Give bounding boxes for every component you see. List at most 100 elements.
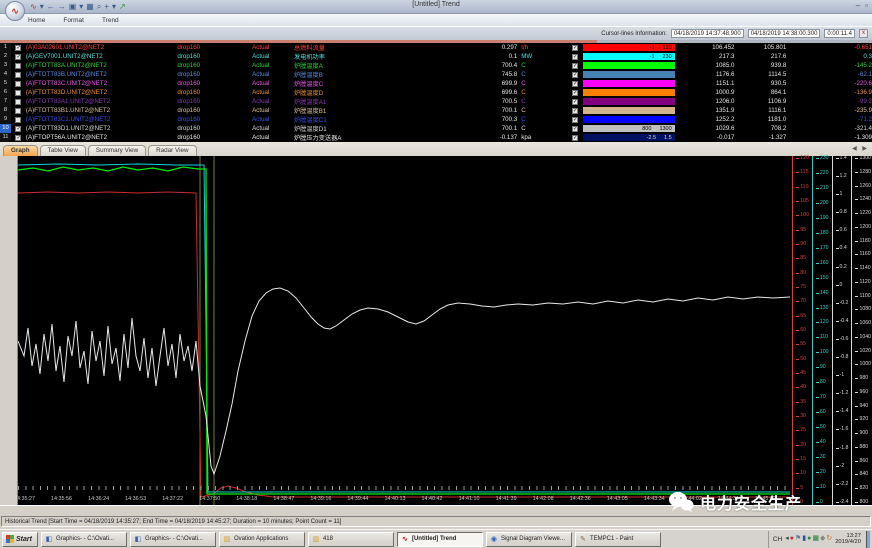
pen-checkbox[interactable]: ✓ [572, 90, 578, 96]
network-icon[interactable]: ▮ [802, 535, 806, 543]
restore-button[interactable]: ▫ [865, 1, 868, 10]
pen-checkbox[interactable]: ✓ [572, 45, 578, 51]
row-number[interactable]: 6 [0, 88, 11, 97]
row-checkbox[interactable]: ✓ [15, 126, 21, 132]
row-number[interactable]: 1 [0, 43, 11, 52]
pen-color-bar[interactable]: -1230 [583, 53, 675, 60]
pen-color-bar[interactable] [583, 98, 675, 105]
pen-checkbox[interactable]: ✓ [572, 135, 578, 141]
pen-checkbox[interactable]: ✓ [572, 63, 578, 69]
cursor1-value: -0.017 [675, 134, 735, 141]
table-row[interactable]: 7(A)FTOTT83A1.UNIT2@NET2drop160Actual炉膛温… [0, 97, 872, 106]
row-checkbox[interactable] [15, 63, 21, 69]
row-number[interactable]: 3 [0, 61, 11, 70]
pen-checkbox[interactable]: ✓ [572, 54, 578, 60]
row-number[interactable]: 7 [0, 97, 11, 106]
table-row[interactable]: 9(A)FTOTT83C1.UNIT2@NET2drop160Actual炉膛温… [0, 115, 872, 124]
row-number[interactable]: 2 [0, 52, 11, 61]
pen-color-bar[interactable]: -2.51.5 [583, 134, 675, 141]
flag-icon[interactable]: ⚑ [795, 535, 801, 543]
taskbar-button[interactable]: ∿[Untitled] Trend [397, 532, 483, 547]
system-tray: CH ◂●⚑▮●▦◆↻ 13:27 2019/4/20 [768, 531, 870, 548]
table-row[interactable]: 2✓(A)GEV7001.UNIT2@NET2drop160Actual发电机功… [0, 52, 872, 61]
start-button[interactable]: Start [2, 532, 38, 547]
pen-color-bar[interactable] [583, 71, 675, 78]
menu-trend[interactable]: Trend [102, 17, 119, 24]
row-number[interactable]: 5 [0, 79, 11, 88]
table-row[interactable]: 4(A)FTOTT83B.UNIT2@NET2drop160Actual炉膛温度… [0, 70, 872, 79]
pen-color-bar[interactable] [583, 80, 675, 87]
taskbar-clock[interactable]: 13:27 2019/4/20 [835, 533, 863, 545]
table-row[interactable]: 3(A)FTOTT83A.UNIT2@NET2drop160Actual炉膛温度… [0, 61, 872, 70]
row-checkbox[interactable]: ✓ [15, 135, 21, 141]
row-checkbox[interactable] [15, 99, 21, 105]
pen-checkbox[interactable]: ✓ [572, 117, 578, 123]
table-row[interactable]: 8(A)FTOTT83B1.UNIT2@NET2drop160Actual炉膛温… [0, 106, 872, 115]
signal-source: drop160 [177, 125, 252, 132]
row-checkbox-cell [11, 99, 26, 105]
table-row[interactable]: 10✓(A)FTOTT83D1.UNIT2@NET2drop160Actual炉… [0, 124, 872, 133]
row-checkbox[interactable] [15, 90, 21, 96]
row-number[interactable]: 11 [0, 133, 11, 142]
time-label: 14:41:10 [459, 496, 480, 502]
table-row[interactable]: 5(A)FTOTT83C.UNIT2@NET2drop160Actual炉膛温度… [0, 79, 872, 88]
pen-checkbox[interactable]: ✓ [572, 72, 578, 78]
row-number[interactable]: 4 [0, 70, 11, 79]
taskbar-button[interactable]: ◧Graphics- - C:\Ovati... [41, 532, 127, 547]
table-row[interactable]: 11✓(A)FTOPT56A.UNIT2@NET2drop160Actual炉膛… [0, 133, 872, 142]
language-indicator[interactable]: CH [773, 536, 782, 543]
show-desktop-button[interactable] [866, 531, 870, 548]
row-checkbox[interactable]: ✓ [15, 45, 21, 51]
trend-plot[interactable] [18, 156, 790, 505]
taskbar-button[interactable]: ▨418 [308, 532, 394, 547]
row-checkbox[interactable] [15, 72, 21, 78]
watermark: 电力安全生产 [668, 490, 802, 514]
menu-home[interactable]: Home [28, 17, 45, 24]
app-orb-icon[interactable]: ∿ [5, 1, 25, 21]
row-checkbox[interactable]: ✓ [15, 54, 21, 60]
row-checkbox[interactable] [15, 81, 21, 87]
pen-checkbox[interactable]: ✓ [572, 108, 578, 114]
tab-scroll-arrows[interactable]: ◀ ▶ [852, 145, 869, 152]
row-checkbox[interactable] [15, 108, 21, 114]
signal-value: 700.1 [422, 107, 522, 114]
pen-color-bar[interactable]: -1120 [583, 44, 675, 51]
row-number[interactable]: 8 [0, 106, 11, 115]
taskbar-button[interactable]: ▨Ovation Applications [219, 532, 305, 547]
table-row[interactable]: 1✓(A)03A02601.UNIT2@NET2drop160Actual总燃料… [0, 43, 872, 52]
row-number[interactable]: 9 [0, 115, 11, 124]
tab-summary-view[interactable]: Summary View [88, 145, 146, 156]
pen-checkbox[interactable]: ✓ [572, 81, 578, 87]
cursor-time1-field[interactable]: 04/18/2019 14:37:48.900 [671, 29, 744, 38]
trend-chart[interactable]: 14:35:2714:35:5614:36:2414:36:5314:37:22… [0, 156, 872, 505]
cursor2-value: 217.6 [734, 53, 786, 60]
signal-unit: C [521, 80, 567, 87]
pen-checkbox[interactable]: ✓ [572, 126, 578, 132]
pen-color-bar[interactable] [583, 89, 675, 96]
table-row[interactable]: 6(A)FTOTT83D.UNIT2@NET2drop160Actual炉膛温度… [0, 88, 872, 97]
minimize-button[interactable]: – [856, 1, 860, 10]
taskbar-button[interactable]: ◧Graphics- - C:\Ovati... [130, 532, 216, 547]
cursor-time2-field[interactable]: 04/18/2019 14:38:00.300 [748, 29, 821, 38]
pen-color-bar[interactable] [583, 107, 675, 114]
taskbar-button[interactable]: ◉Signal Diagram Viewe... [486, 532, 572, 547]
tab-table-view[interactable]: Table View [40, 145, 86, 156]
pen-color-bar[interactable]: 8001300 [583, 125, 675, 132]
cursor-close-icon[interactable]: x [859, 29, 868, 38]
taskbar-button[interactable]: ✎TEMPC1 - Paint [575, 532, 661, 547]
update-icon[interactable]: ↻ [826, 535, 832, 543]
shield-icon[interactable]: ◆ [820, 535, 825, 543]
pen-color-bar[interactable] [583, 62, 675, 69]
row-number[interactable]: 10 [0, 124, 11, 133]
tab-graph[interactable]: Graph [3, 145, 38, 156]
red-status-icon[interactable]: ● [790, 535, 794, 543]
volume-icon[interactable]: ◂ [785, 535, 789, 543]
signal-unit: kpa [521, 134, 567, 141]
pen-color-bar[interactable] [583, 116, 675, 123]
menu-format[interactable]: Format [63, 17, 84, 24]
monitor-icon[interactable]: ▦ [812, 535, 819, 543]
green-status-icon[interactable]: ● [807, 535, 811, 543]
tab-radar-view[interactable]: Radar View [148, 145, 196, 156]
row-checkbox[interactable] [15, 117, 21, 123]
pen-checkbox[interactable]: ✓ [572, 99, 578, 105]
